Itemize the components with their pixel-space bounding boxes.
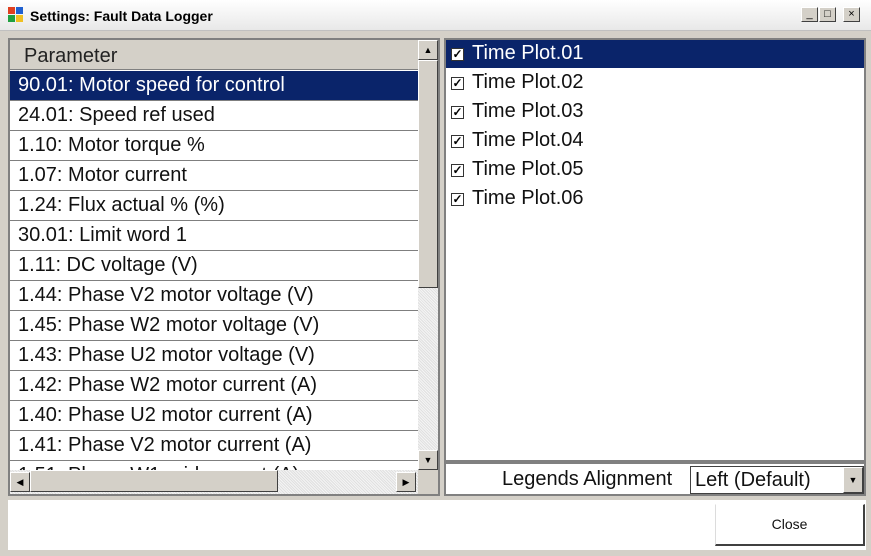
horizontal-scrollbar[interactable]: ◀ ▶	[10, 470, 418, 494]
parameter-row[interactable]: 1.44: Phase V2 motor voltage (V)	[10, 281, 418, 311]
parameter-row[interactable]: 1.24: Flux actual % (%)	[10, 191, 418, 221]
parameter-column-header[interactable]: Parameter	[10, 40, 418, 70]
scroll-right-icon[interactable]: ▶	[396, 472, 416, 492]
parameter-row[interactable]: 1.41: Phase V2 motor current (A)	[10, 431, 418, 461]
time-plot-item[interactable]: ✓ Time Plot.03	[446, 98, 864, 126]
time-plot-label: Time Plot.01	[472, 42, 584, 64]
time-plot-label: Time Plot.02	[472, 71, 584, 93]
scroll-left-icon[interactable]: ◀	[10, 472, 30, 492]
checkbox[interactable]: ✓	[451, 164, 464, 177]
parameter-row[interactable]: 24.01: Speed ref used	[10, 101, 418, 131]
time-plot-item[interactable]: ✓ Time Plot.05	[446, 156, 864, 184]
title-bar[interactable]: Settings: Fault Data Logger _ □ ×	[0, 0, 871, 31]
settings-window: Settings: Fault Data Logger _ □ × Parame…	[0, 0, 871, 556]
checkbox[interactable]: ✓	[451, 135, 464, 148]
parameter-row[interactable]: 1.11: DC voltage (V)	[10, 251, 418, 281]
parameter-row[interactable]: 1.43: Phase U2 motor voltage (V)	[10, 341, 418, 371]
vertical-scrollbar[interactable]: ▲ ▼	[418, 40, 438, 470]
checkbox[interactable]: ✓	[451, 48, 464, 61]
time-plot-checklist[interactable]: ✓ Time Plot.01 ✓ Time Plot.02 ✓ Time Plot.03 ✓…	[444, 38, 866, 462]
parameter-row[interactable]: 1.07: Motor current	[10, 161, 418, 191]
checkbox[interactable]: ✓	[451, 106, 464, 119]
legends-alignment-select[interactable]: Left (Default) ▼	[690, 466, 864, 494]
time-plot-item[interactable]: ✓ Time Plot.06	[446, 185, 864, 213]
checkbox[interactable]: ✓	[451, 77, 464, 90]
parameter-row[interactable]: 1.40: Phase U2 motor current (A)	[10, 401, 418, 431]
minimize-button[interactable]: _	[801, 7, 818, 22]
dropdown-arrow-icon[interactable]: ▼	[843, 467, 863, 493]
time-plot-item[interactable]: ✓ Time Plot.01	[446, 40, 864, 68]
maximize-button[interactable]: □	[819, 7, 836, 22]
parameter-list[interactable]: Parameter 90.01: Motor speed for control…	[8, 38, 440, 496]
close-button[interactable]: Close	[715, 504, 865, 546]
close-window-button[interactable]: ×	[843, 7, 860, 22]
parameter-rows: 90.01: Motor speed for control 24.01: Spe…	[10, 71, 418, 491]
parameter-row[interactable]: 1.10: Motor torque %	[10, 131, 418, 161]
app-icon	[8, 7, 24, 23]
time-plot-label: Time Plot.04	[472, 129, 584, 151]
legends-alignment-row: Legends Alignment Left (Default) ▼	[444, 462, 866, 496]
legends-alignment-label: Legends Alignment	[502, 468, 673, 490]
legends-alignment-value: Left (Default)	[695, 469, 811, 491]
scroll-up-icon[interactable]: ▲	[418, 40, 438, 60]
checkbox[interactable]: ✓	[451, 193, 464, 206]
parameter-row[interactable]: 1.42: Phase W2 motor current (A)	[10, 371, 418, 401]
time-plot-label: Time Plot.03	[472, 100, 584, 122]
parameter-row[interactable]: 30.01: Limit word 1	[10, 221, 418, 251]
parameter-row[interactable]: 90.01: Motor speed for control	[10, 71, 418, 101]
scrollbar-corner	[418, 470, 438, 494]
vertical-scroll-thumb[interactable]	[418, 60, 438, 288]
time-plot-item[interactable]: ✓ Time Plot.04	[446, 127, 864, 155]
time-plot-item[interactable]: ✓ Time Plot.02	[446, 69, 864, 97]
parameter-row[interactable]: 1.45: Phase W2 motor voltage (V)	[10, 311, 418, 341]
window-title: Settings: Fault Data Logger	[30, 8, 213, 24]
time-plot-label: Time Plot.05	[472, 158, 584, 180]
horizontal-scroll-thumb[interactable]	[30, 470, 278, 492]
scroll-down-icon[interactable]: ▼	[418, 450, 438, 470]
time-plot-label: Time Plot.06	[472, 187, 584, 209]
